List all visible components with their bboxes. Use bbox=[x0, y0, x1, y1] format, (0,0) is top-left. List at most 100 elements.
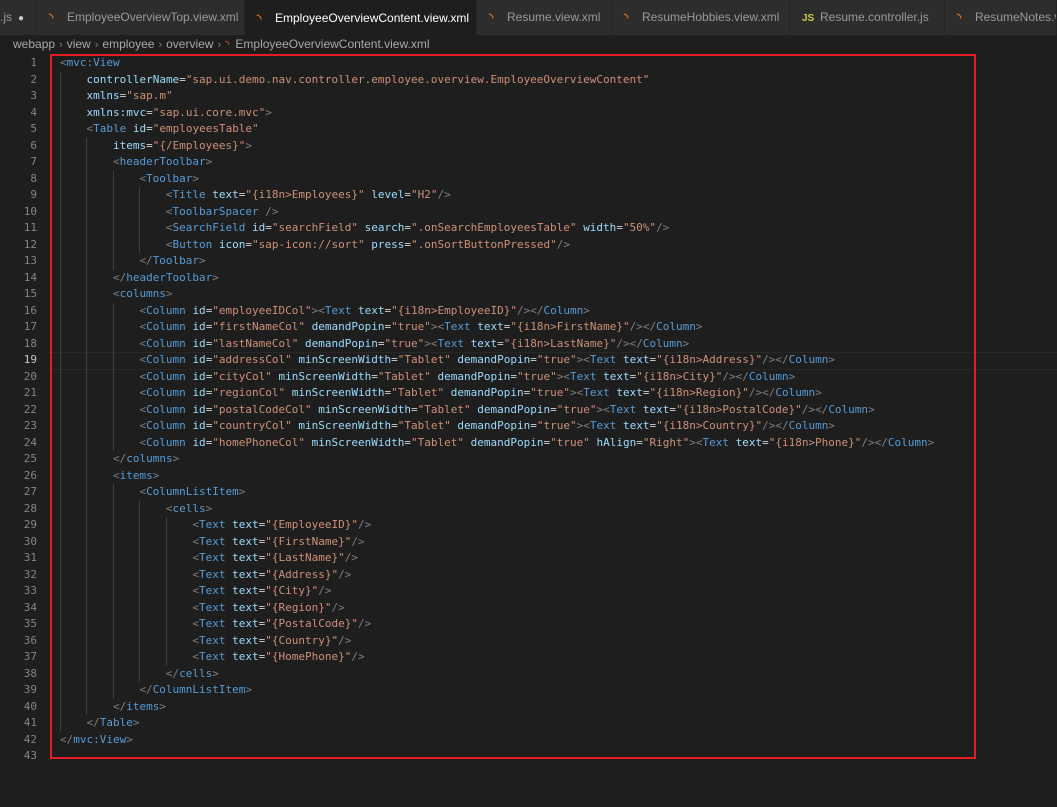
indent-guide bbox=[86, 500, 88, 517]
code-line[interactable]: <ToolbarSpacer /> bbox=[166, 204, 279, 221]
code-line[interactable]: <Column id="countryCol" minScreenWidth="… bbox=[139, 418, 835, 435]
code-line[interactable]: <Column id="addressCol" minScreenWidth="… bbox=[139, 352, 835, 369]
code-token: "true" bbox=[391, 320, 431, 333]
indent-guide bbox=[112, 649, 114, 666]
code-token: > bbox=[159, 699, 166, 713]
tab-employeeoverviewcontent-view-xml[interactable]: ◝ EmployeeOverviewContent.view.xml bbox=[245, 0, 477, 35]
code-line[interactable]: <headerToolbar> bbox=[113, 154, 212, 171]
code-line[interactable]: <Column id="cityCol" minScreenWidth="Tab… bbox=[139, 369, 795, 386]
code-token: > bbox=[788, 369, 796, 383]
indent-guide bbox=[165, 566, 167, 583]
code-line[interactable]: <ColumnListItem> bbox=[139, 484, 245, 501]
code-token: "Tablet" bbox=[377, 369, 431, 383]
tab-employeeoverviewtop-view-xml[interactable]: ◝ EmployeeOverviewTop.view.xml bbox=[37, 0, 245, 35]
line-number: 21 bbox=[23, 386, 37, 399]
code-line[interactable]: <Column id="lastNameCol" demandPopin="tr… bbox=[139, 336, 689, 353]
indent-guide bbox=[60, 137, 61, 154]
indent-guide bbox=[139, 533, 141, 550]
line-number: 43 bbox=[23, 749, 37, 762]
code-line[interactable]: <Text text="{Country}"/> bbox=[192, 633, 351, 650]
indent-guide bbox=[60, 203, 61, 220]
tab-bar: .js ● ◝ EmployeeOverviewTop.view.xml ◝ Employ… bbox=[0, 0, 1057, 35]
indent-guide bbox=[112, 517, 114, 534]
code-line[interactable]: <Column id="homePhoneCol" minScreenWidth… bbox=[139, 435, 934, 452]
code-line[interactable]: </items> bbox=[113, 699, 166, 716]
code-token: = bbox=[497, 336, 504, 350]
code-line[interactable]: <items> bbox=[113, 468, 159, 485]
code-token: "{i18n>EmployeeID}" bbox=[391, 303, 517, 317]
indent-guide bbox=[112, 385, 114, 402]
code-token: = bbox=[371, 369, 378, 383]
code-line[interactable]: <Text text="{PostalCode}"/> bbox=[192, 616, 371, 633]
tab-resumenotes-view-x[interactable]: ◝ ResumeNotes.view.x bbox=[945, 0, 1057, 35]
breadcrumb-item[interactable]: employee bbox=[102, 37, 154, 51]
code-token: id bbox=[192, 435, 206, 449]
code-token: demandPopin bbox=[457, 419, 531, 432]
code-token: "Tablet" bbox=[417, 402, 471, 416]
code-token: text bbox=[642, 402, 670, 416]
code-line[interactable]: <Button icon="sap-icon://sort" press=".o… bbox=[166, 237, 570, 254]
code-token: "{PostalCode}" bbox=[265, 617, 358, 630]
code-line[interactable]: <Column id="regionCol" minScreenWidth="T… bbox=[139, 385, 821, 402]
indent-guide bbox=[86, 335, 88, 352]
code-token: </ bbox=[775, 353, 789, 366]
code-line[interactable]: </headerToolbar> bbox=[113, 270, 219, 287]
code-line[interactable]: <Text text="{EmployeeID}"/> bbox=[192, 517, 371, 534]
indent-guide bbox=[86, 352, 88, 369]
code-line[interactable]: </cells> bbox=[166, 666, 219, 683]
code-line[interactable]: <columns> bbox=[113, 286, 173, 303]
code-line[interactable]: <Column id="employeeIDCol"><Text text="{… bbox=[139, 303, 589, 320]
code-line[interactable]: <Text text="{Region}"/> bbox=[192, 600, 344, 617]
indent-guide bbox=[86, 550, 88, 567]
code-token: "cityCol" bbox=[212, 369, 272, 383]
code-token: "true" bbox=[530, 386, 570, 399]
code-line[interactable]: <Title text="{i18n>Employees}" level="H2… bbox=[166, 187, 451, 204]
code-editor[interactable]: 1 2 3 4 5 6 7 8 9 10 11 12 13 14 15 16 17 18 19 20 21 22 23 24 2… bbox=[0, 53, 1057, 807]
code-token: < bbox=[165, 501, 173, 515]
code-token: /> bbox=[861, 435, 875, 449]
code-line[interactable]: <Text text="{LastName}"/> bbox=[192, 550, 358, 567]
code-line[interactable]: <Column id="firstNameCol" demandPopin="t… bbox=[139, 319, 702, 336]
code-token: /> bbox=[629, 320, 643, 333]
indent-guide bbox=[112, 434, 114, 451]
code-token: minScreenWidth bbox=[298, 353, 392, 366]
code-line[interactable]: </ColumnListItem> bbox=[139, 682, 252, 699]
code-line[interactable]: xmlns:mvc="sap.ui.core.mvc"> bbox=[86, 105, 271, 122]
code-token: text bbox=[232, 633, 259, 647]
code-line[interactable]: </columns> bbox=[113, 451, 179, 468]
code-token: icon bbox=[218, 237, 246, 251]
code-token: </ bbox=[139, 254, 153, 267]
code-line[interactable]: <Text text="{Address}"/> bbox=[192, 567, 351, 584]
code-line[interactable]: < Column id = "postalCodeCol" minScreenWidt… bbox=[139, 402, 874, 419]
breadcrumb-item[interactable]: EmployeeOverviewContent.view.xml bbox=[235, 37, 429, 51]
breadcrumb-item[interactable]: view bbox=[67, 37, 91, 51]
code-line[interactable]: <Text text="{City}"/> bbox=[192, 583, 331, 600]
breadcrumb-item[interactable]: webapp bbox=[13, 37, 55, 51]
code-line[interactable]: <SearchField id="searchField" search=".o… bbox=[166, 220, 669, 237]
code-line[interactable]: </mvc:View> bbox=[60, 732, 133, 749]
indent-guide bbox=[112, 616, 114, 633]
code-token: > bbox=[205, 155, 213, 168]
tab--js[interactable]: .js ● bbox=[0, 0, 37, 35]
code-line[interactable]: </Toolbar> bbox=[139, 253, 205, 270]
breadcrumb-item[interactable]: overview bbox=[166, 37, 213, 51]
code-token: text bbox=[232, 617, 259, 630]
code-line[interactable]: <cells> bbox=[166, 501, 212, 518]
code-token: Text bbox=[589, 419, 617, 432]
code-line[interactable]: controllerName="sap.ui.demo.nav.controll… bbox=[86, 72, 649, 89]
indent-guide bbox=[86, 368, 88, 385]
code-line[interactable]: <mvc:View bbox=[60, 55, 120, 72]
chevron-right-icon: › bbox=[94, 39, 99, 51]
code-line[interactable]: xmlns="sap.m" bbox=[86, 88, 172, 105]
code-line[interactable]: <Text text="{HomePhone}"/> bbox=[192, 649, 364, 666]
unsaved-dot-icon[interactable]: ● bbox=[18, 13, 24, 24]
code-line[interactable]: <Toolbar> bbox=[139, 171, 199, 188]
code-line[interactable]: items="{/Employees}"> bbox=[113, 138, 252, 155]
tab-resumehobbies-view-xml[interactable]: ◝ ResumeHobbies.view.xml bbox=[612, 0, 790, 35]
code-line[interactable]: <Table id="employeesTable" bbox=[86, 121, 258, 138]
tab-resume-view-xml[interactable]: ◝ Resume.view.xml bbox=[477, 0, 612, 35]
code-line[interactable]: <Text text="{FirstName}"/> bbox=[192, 534, 364, 551]
code-line[interactable]: </Table> bbox=[86, 715, 139, 732]
indent-guide bbox=[86, 236, 88, 253]
tab-resume-controller-js[interactable]: JS Resume.controller.js bbox=[790, 0, 945, 35]
